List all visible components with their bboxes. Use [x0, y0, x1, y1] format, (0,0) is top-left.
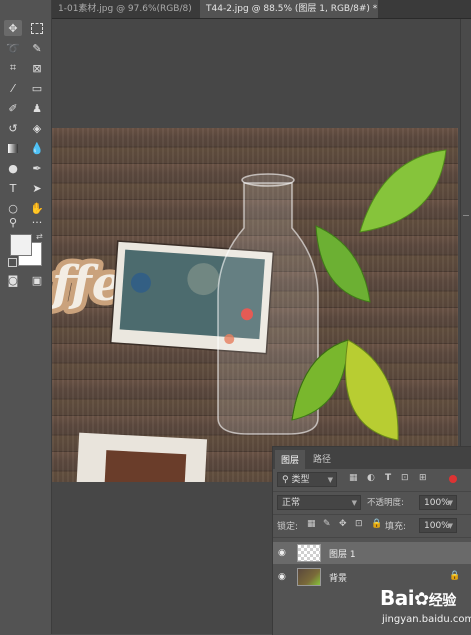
swap-colors-icon[interactable]: ⇄	[36, 232, 43, 241]
layer-row-layer-1[interactable]: ◉ 图层 1	[273, 542, 471, 564]
chevron-down-icon: ▼	[448, 519, 453, 534]
type-tool-icon[interactable]: T	[4, 180, 22, 196]
stamp-tool-icon[interactable]: ♟	[28, 100, 46, 116]
tab-document-2[interactable]: T44-2.jpg @ 88.5% (图层 1, RGB/8#) *×	[200, 0, 378, 18]
lock-artboard-icon[interactable]: ⊡	[355, 519, 363, 529]
lock-fill-row: 锁定: ▦ ✎ ✥ ⊡ 🔒 填充: 100%▼	[273, 515, 471, 538]
blur-tool-icon[interactable]: 💧	[28, 140, 46, 156]
brush-tool-icon[interactable]: ✐	[4, 100, 22, 116]
layer-name: 背景	[329, 571, 347, 584]
layer-thumbnail	[297, 544, 321, 562]
gradient-tool-icon[interactable]	[4, 140, 22, 156]
fill-label: 填充:	[385, 519, 406, 532]
second-photo-card	[76, 433, 207, 482]
document-tab-bar: 1-01素材.jpg @ 97.6%(RGB/8)× T44-2.jpg @ 8…	[0, 0, 471, 19]
frame-tool-icon[interactable]: ⊠	[28, 60, 46, 76]
fill-input[interactable]: 100%▼	[419, 518, 457, 533]
dodge-tool-icon[interactable]: ●	[4, 160, 22, 176]
watermark-brand-suffix: 经验	[429, 593, 456, 609]
lock-transparent-icon[interactable]: ▦	[307, 519, 316, 529]
history-brush-tool-icon[interactable]: ↺	[4, 120, 22, 136]
opacity-input[interactable]: 100%▼	[419, 495, 457, 510]
move-tool-icon[interactable]: ✥	[4, 20, 22, 36]
lock-pixels-icon[interactable]: ✎	[323, 519, 331, 529]
chevron-down-icon: ▼	[448, 496, 453, 511]
layer-row-background[interactable]: ◉ 背景 🔒	[273, 566, 471, 588]
lock-all-icon[interactable]: 🔒	[371, 519, 382, 529]
baidu-watermark: Bai✿经验 jingyan.baidu.com	[380, 586, 470, 632]
watermark-brand: Bai	[380, 586, 414, 610]
quick-selection-tool-icon[interactable]: ✎	[28, 40, 46, 56]
tab-title: T44-2.jpg @ 88.5% (图层 1, RGB/8#) *	[206, 4, 377, 14]
tools-panel: ✥ ➰ ✎ ⌗ ⊠ ⁄ ▭ ✐ ♟ ↺ ◈ 💧 ● ✒ T ➤ ○ ✋ ⚲ ··…	[0, 0, 52, 634]
marquee-tool-icon[interactable]	[28, 20, 46, 36]
layer-thumbnail	[297, 568, 321, 586]
tab-document-1[interactable]: 1-01素材.jpg @ 97.6%(RGB/8)×	[58, 0, 196, 18]
lock-icon: 🔒	[449, 571, 460, 581]
eraser-tool-icon[interactable]: ◈	[28, 120, 46, 136]
pen-tool-icon[interactable]: ✒	[28, 160, 46, 176]
canvas-artwork: ffee ffee	[52, 128, 458, 482]
blend-mode-select[interactable]: 正常▼	[277, 495, 361, 510]
default-colors-icon[interactable]	[8, 258, 17, 267]
eyedropper-tool-icon[interactable]: ⁄	[4, 80, 22, 96]
patch-tool-icon[interactable]: ▭	[28, 80, 46, 96]
visibility-eye-icon[interactable]: ◉	[278, 572, 286, 582]
lock-label: 锁定:	[277, 519, 298, 532]
tab-title: 1-01素材.jpg @ 97.6%(RGB/8)	[58, 4, 192, 14]
visibility-eye-icon[interactable]: ◉	[278, 548, 286, 558]
chevron-down-icon: ▼	[352, 496, 357, 511]
quick-mask-icon[interactable]: ◙	[4, 272, 22, 288]
paw-icon: ✿	[414, 589, 429, 610]
more-tools-icon[interactable]: ···	[28, 214, 46, 230]
watermark-url: jingyan.baidu.com	[382, 614, 471, 625]
screen-mode-icon[interactable]: ▣	[28, 272, 46, 288]
crop-tool-icon[interactable]: ⌗	[4, 60, 22, 76]
foreground-color-swatch[interactable]	[10, 234, 32, 256]
lasso-tool-icon[interactable]: ➰	[4, 40, 22, 56]
path-selection-tool-icon[interactable]: ➤	[28, 180, 46, 196]
zoom-tool-icon[interactable]: ⚲	[4, 214, 22, 230]
document-canvas[interactable]: ffee ffee	[52, 128, 458, 482]
lock-position-icon[interactable]: ✥	[339, 519, 347, 529]
layer-name: 图层 1	[329, 547, 356, 560]
color-swatches[interactable]: ⇄	[8, 232, 46, 268]
collapse-icon[interactable]	[463, 215, 469, 220]
blend-opacity-row: 正常▼ 不透明度: 100%▼	[273, 492, 471, 515]
opacity-label: 不透明度:	[367, 496, 404, 508]
